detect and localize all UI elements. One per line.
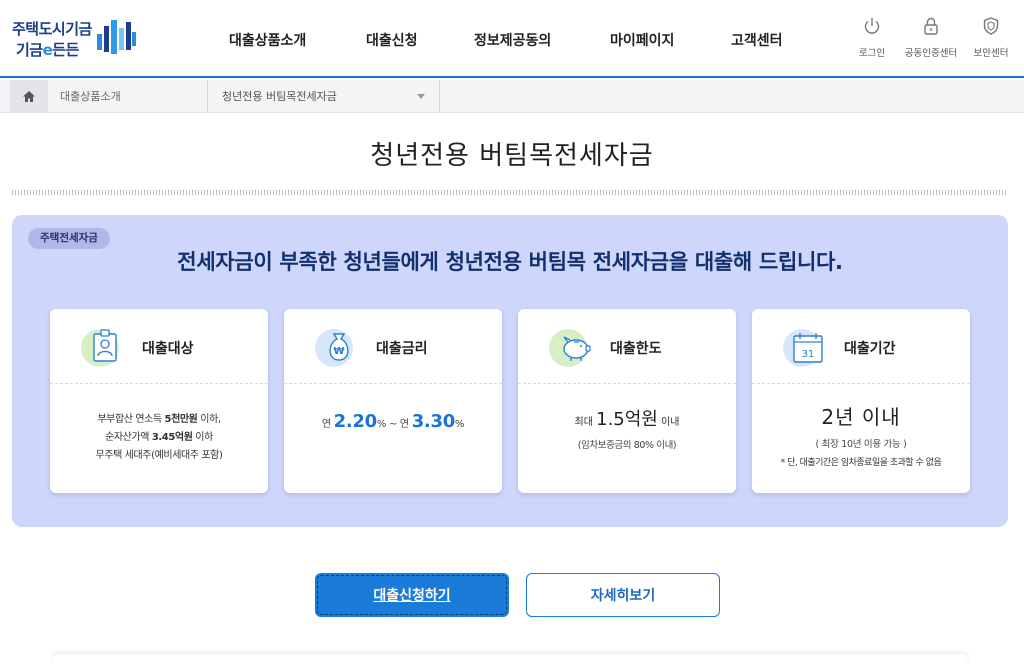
id-badge-icon	[81, 329, 119, 367]
security-center-label: 보안센터	[973, 48, 1009, 59]
breadcrumb: 대출상품소개 청년전용 버팀목전세자금	[0, 80, 1024, 113]
breadcrumb-level2-label: 청년전용 버팀목전세자금	[222, 90, 337, 103]
certificate-center-button[interactable]: 공동인증센터	[900, 16, 962, 59]
card-loan-limit: 대출한도 최대 1.5억원 이내 (임차보증금의 80% 이내)	[518, 309, 736, 493]
apply-loan-button[interactable]: 대출신청하기	[315, 573, 509, 617]
card-body: 부부합산 연소득 5천만원 이하, 순자산가액 3.45억원 이하 무주택 세대…	[50, 385, 268, 493]
calendar-icon: 31	[783, 329, 823, 367]
period-note: * 단, 대출기간은 임차종료일을 초과할 수 없음	[780, 458, 942, 468]
lock-icon	[924, 17, 938, 35]
rate-low: 2.20	[333, 411, 378, 432]
power-icon	[864, 18, 880, 34]
card-title: 대출대상	[142, 341, 194, 357]
card-head: 31 대출기간	[752, 309, 970, 384]
limit-note: (임차보증금의 80% 이내)	[577, 440, 677, 451]
nav-mypage[interactable]: 마이페이지	[610, 30, 674, 50]
card-interest-rate: ₩ 대출금리 연 2.20% ~ 연 3.30%	[284, 309, 502, 493]
certificate-center-label: 공동인증센터	[904, 48, 958, 59]
breadcrumb-level2-dropdown[interactable]: 청년전용 버팀목전세자금	[208, 80, 440, 113]
title-divider	[12, 190, 1008, 195]
shield-icon	[983, 17, 999, 35]
period-max: ( 최장 10년 이용 가능 )	[815, 439, 907, 450]
header: 주택도시기금 기금e든든 대출상품소개 대출신청 정보제공동의 마이페이지 고객…	[0, 0, 1024, 78]
summary-panel: 주택전세자금 전세자금이 부족한 청년들에게 청년전용 버팀목 전세자금을 대출…	[12, 215, 1008, 527]
view-details-button[interactable]: 자세히보기	[526, 573, 720, 617]
target-income: 부부합산 연소득 5천만원 이하,	[97, 414, 221, 425]
card-body: 2년 이내 ( 최장 10년 이용 가능 ) * 단, 대출기간은 임차종료일을…	[752, 385, 970, 493]
home-icon	[23, 91, 35, 102]
chevron-down-icon	[417, 94, 425, 99]
period-main: 2년 이내	[821, 405, 901, 429]
card-head: 대출대상	[50, 309, 268, 384]
next-section-card	[52, 654, 968, 664]
site-logo[interactable]: 주택도시기금 기금e든든	[10, 16, 145, 62]
card-head: ₩ 대출금리	[284, 309, 502, 384]
card-body: 연 2.20% ~ 연 3.30%	[321, 411, 465, 432]
target-assets: 순자산가액 3.45억원 이하	[105, 432, 213, 443]
card-head: 대출한도	[518, 309, 736, 384]
login-label: 로그인	[858, 48, 886, 59]
page-title: 청년전용 버팀목전세자금	[370, 141, 654, 171]
nav-info-consent[interactable]: 정보제공동의	[474, 30, 551, 50]
svg-text:31: 31	[802, 349, 815, 360]
limit-amount: 최대 1.5억원 이내	[574, 409, 680, 430]
login-button[interactable]: 로그인	[841, 16, 903, 59]
piggy-bank-icon	[549, 329, 591, 367]
money-bag-icon: ₩	[315, 329, 353, 367]
breadcrumb-level1[interactable]: 대출상품소개	[48, 80, 208, 113]
nav-loan-apply[interactable]: 대출신청	[366, 30, 418, 50]
logo-bars-icon	[97, 20, 136, 54]
rate-high: 3.30	[411, 411, 456, 432]
card-loan-period: 31 대출기간 2년 이내 ( 최장 10년 이용 가능 ) * 단, 대출기간…	[752, 309, 970, 493]
card-loan-target: 대출대상 부부합산 연소득 5천만원 이하, 순자산가액 3.45억원 이하 무…	[50, 309, 268, 493]
svg-text:₩: ₩	[333, 346, 344, 357]
card-title: 대출한도	[610, 341, 662, 357]
card-body: 최대 1.5억원 이내 (임차보증금의 80% 이내)	[518, 385, 736, 493]
target-household: 무주택 세대주(예비세대주 포함)	[95, 450, 223, 461]
nav-loan-products[interactable]: 대출상품소개	[229, 30, 306, 50]
breadcrumb-home[interactable]	[10, 80, 48, 113]
logo-line1: 주택도시기금	[12, 20, 92, 38]
security-center-button[interactable]: 보안센터	[960, 16, 1022, 59]
panel-headline: 전세자금이 부족한 청년들에게 청년전용 버팀목 전세자금을 대출해 드립니다.	[177, 250, 843, 274]
card-title: 대출금리	[376, 341, 428, 357]
logo-line2: 기금e든든	[16, 41, 79, 59]
nav-customer-center[interactable]: 고객센터	[731, 30, 783, 50]
card-title: 대출기간	[844, 341, 896, 357]
